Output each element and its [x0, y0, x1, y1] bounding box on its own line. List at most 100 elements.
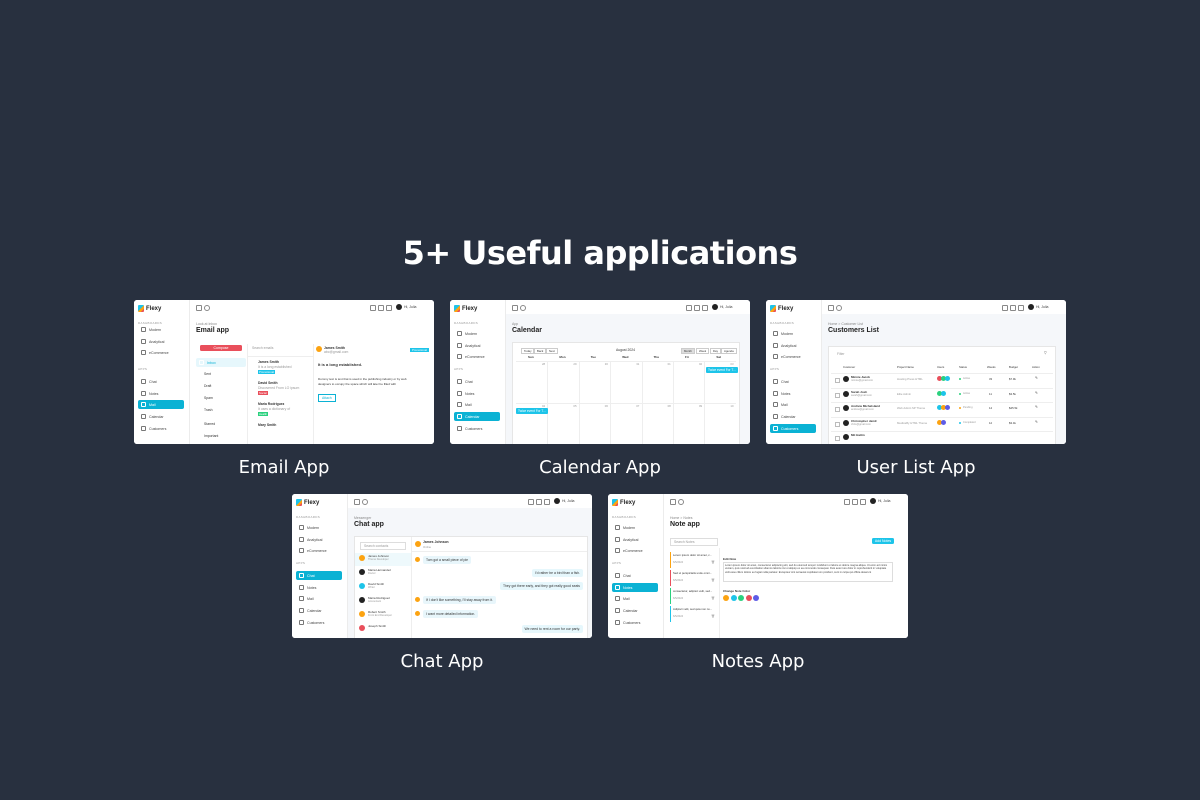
notes-app-preview[interactable]: Flexy DASHBOARDS Modern Analytical eComm… [608, 494, 908, 638]
nav-item-calendar[interactable]: Calendar [454, 412, 500, 421]
cart-icon[interactable] [1002, 305, 1008, 311]
filter-icon[interactable]: ▽ [1044, 351, 1047, 355]
search-icon[interactable] [362, 499, 368, 505]
folder-important[interactable]: Important [204, 434, 218, 438]
nav-item-chat[interactable]: Chat [296, 571, 342, 580]
nav-item[interactable]: Calendar [138, 412, 184, 421]
row-checkbox[interactable] [835, 378, 840, 383]
table-row[interactable]: Sarah Josh sarah@gmail.com Elite Admin Acti… [829, 387, 1055, 403]
cart-icon[interactable] [528, 499, 534, 505]
delete-icon[interactable]: 🗑 [711, 596, 715, 600]
day-number[interactable]: 28 [542, 362, 545, 366]
list-item[interactable]: consectetur, adipisci velit, sed... 6/5/2… [670, 588, 718, 604]
calendar-event[interactable]: Twice event For T... [516, 408, 548, 414]
row-checkbox[interactable] [835, 392, 840, 398]
color-swatch[interactable] [753, 595, 759, 601]
search-icon[interactable] [836, 305, 842, 311]
chat-app-preview[interactable]: Flexy DASHBOARDS Modern Analytical eComm… [292, 494, 592, 638]
notification-icon[interactable] [694, 305, 700, 311]
nav-item-mail[interactable]: Mail [138, 400, 184, 409]
table-row[interactable]: Minnie Jacob minnie@gmail.com Hosting Pres… [829, 373, 1055, 388]
list-item[interactable]: Maria Hernandez Doctor [355, 567, 411, 580]
menu-icon[interactable] [354, 499, 360, 505]
folder-sent[interactable]: Sent [204, 372, 211, 376]
nav-item[interactable]: Mail [612, 594, 658, 603]
list-item[interactable]: Adipisci velit, sed quia non nu... 6/5/20… [670, 606, 718, 622]
row-checkbox[interactable] [835, 436, 840, 441]
list-item[interactable]: Sed ut perspiciatis unde omni... 6/5/2024… [670, 570, 718, 586]
list-item[interactable]: James Johnson Theme Developer [355, 553, 411, 566]
menu-icon[interactable] [670, 499, 676, 505]
nav-item[interactable]: Customers [138, 424, 184, 433]
calendar-app-preview[interactable]: Flexy DASHBOARDS Modern Analytical eComm… [450, 300, 750, 444]
nav-item-customers[interactable]: Customers [770, 424, 816, 433]
view-agenda[interactable]: Agenda [721, 348, 737, 354]
message-icon[interactable] [860, 499, 866, 505]
list-item[interactable]: Lorem ipsum dolor sit amet, c... 6/5/2024… [670, 552, 718, 568]
message-icon[interactable] [544, 499, 550, 505]
list-item[interactable]: Robert Smith Front End Developer [355, 609, 411, 622]
cart-icon[interactable] [844, 499, 850, 505]
message-icon[interactable] [386, 305, 392, 311]
nav-item[interactable]: Notes [296, 583, 342, 592]
search-input[interactable]: Search contacts [360, 542, 406, 550]
color-swatch[interactable] [723, 595, 729, 601]
nav-item[interactable]: Modern [138, 325, 184, 334]
nav-item[interactable]: Analytical [138, 337, 184, 346]
list-item[interactable]: David Smith Writer [355, 581, 411, 594]
attach-button[interactable]: Attach [318, 394, 336, 402]
day-number[interactable]: 01 [668, 362, 671, 366]
list-item[interactable]: Joseph Smith [355, 623, 411, 636]
nav-item[interactable]: Analytical [296, 535, 342, 544]
message-icon[interactable] [1018, 305, 1024, 311]
folder-draft[interactable]: Draft [204, 384, 211, 388]
search-input[interactable]: Search emails [252, 346, 273, 350]
row-checkbox[interactable] [835, 421, 840, 427]
folder-spam[interactable]: Spam [204, 396, 213, 400]
search-icon[interactable] [204, 305, 210, 311]
folder-inbox[interactable]: Inbox [196, 358, 246, 367]
cart-icon[interactable] [686, 305, 692, 311]
nav-item[interactable]: Notes [454, 389, 500, 398]
search-input[interactable]: Search Notes [670, 538, 718, 546]
nav-item[interactable]: Modern [454, 329, 500, 338]
notification-icon[interactable] [852, 499, 858, 505]
nav-item[interactable]: Notes [138, 389, 184, 398]
day-number[interactable]: 06 [605, 404, 608, 408]
day-number[interactable]: 08 [668, 404, 671, 408]
view-week[interactable]: Week [696, 348, 710, 354]
nav-item[interactable]: Calendar [296, 606, 342, 615]
nav-item[interactable]: Notes [770, 389, 816, 398]
edit-icon[interactable]: ✎ [1035, 420, 1038, 424]
nav-item[interactable]: Mail [296, 594, 342, 603]
notification-icon[interactable] [1010, 305, 1016, 311]
avatar[interactable] [396, 304, 402, 310]
back-button[interactable]: Back [534, 348, 547, 354]
nav-item[interactable]: Calendar [770, 412, 816, 421]
notification-icon[interactable] [378, 305, 384, 311]
day-number[interactable]: 31 [636, 362, 639, 366]
mail-sender[interactable]: Mary Smith [258, 423, 276, 427]
nav-item[interactable]: Analytical [454, 341, 500, 350]
nav-item[interactable]: Mail [770, 400, 816, 409]
edit-icon[interactable]: ✎ [1035, 391, 1038, 395]
nav-item[interactable]: Modern [296, 523, 342, 532]
delete-icon[interactable]: 🗑 [711, 614, 715, 618]
day-number[interactable]: 05 [573, 404, 576, 408]
search-icon[interactable] [520, 305, 526, 311]
nav-item[interactable]: Mail [454, 400, 500, 409]
view-day[interactable]: Day [710, 348, 721, 354]
day-number[interactable]: 02 [699, 362, 702, 366]
nav-item[interactable]: Customers [454, 424, 500, 433]
email-app-preview[interactable]: Flexy DASHBOARDS Modern Analytical eComm… [134, 300, 434, 444]
delete-icon[interactable]: 🗑 [711, 578, 715, 582]
userlist-app-preview[interactable]: Flexy DASHBOARDS Modern Analytical eComm… [766, 300, 1066, 444]
delete-icon[interactable]: 🗑 [711, 560, 715, 564]
nav-item[interactable]: eCommerce [770, 352, 816, 361]
nav-item[interactable]: Chat [138, 377, 184, 386]
nav-item[interactable]: Calendar [612, 606, 658, 615]
color-swatch[interactable] [730, 595, 737, 601]
folder-starred[interactable]: Starred [204, 422, 215, 426]
day-number[interactable]: 10 [730, 404, 733, 408]
nav-item[interactable]: Analytical [612, 535, 658, 544]
